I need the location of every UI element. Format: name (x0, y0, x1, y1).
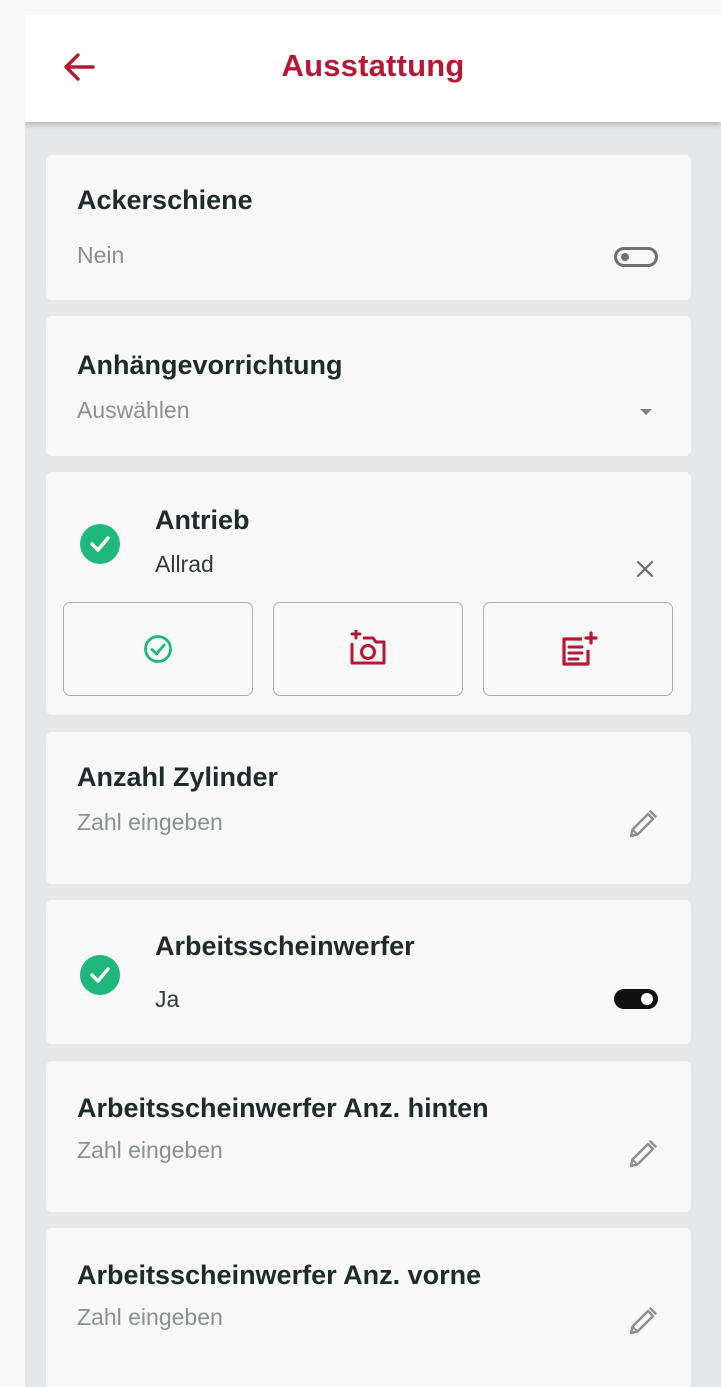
add-note-icon (562, 631, 598, 666)
equipment-card-arbeitsscheinwerfer: Arbeitsscheinwerfer Ja (46, 900, 691, 1044)
toggle-knob (621, 253, 629, 261)
page-title: Ausstattung (281, 48, 465, 83)
toggle-knob (641, 993, 653, 1005)
check-circle-icon (144, 635, 172, 663)
edit-button[interactable] (625, 1303, 661, 1339)
pencil-icon (629, 1140, 657, 1168)
input-placeholder: Zahl eingeben (77, 809, 223, 835)
equipment-card-anhaengevorrichtung[interactable]: Anhängevorrichtung Auswählen (46, 316, 691, 456)
dropdown-button[interactable] (634, 402, 658, 422)
add-note-button[interactable] (483, 602, 673, 696)
add-photo-button[interactable] (273, 602, 463, 696)
close-icon (636, 560, 654, 578)
field-value: Allrad (155, 551, 214, 577)
field-title: Anzahl Zylinder (77, 762, 279, 792)
equipment-card-arbeitsscheinwerfer-hinten[interactable]: Arbeitsscheinwerfer Anz. hinten Zahl ein… (46, 1061, 691, 1212)
pencil-icon (629, 1307, 657, 1335)
field-title: Arbeitsscheinwerfer Anz. hinten (77, 1093, 489, 1123)
field-value: Ja (155, 986, 180, 1012)
app-bar: Ausstattung (25, 15, 721, 122)
equipment-card-antrieb: Antrieb Allrad (46, 472, 691, 715)
input-placeholder: Zahl eingeben (77, 1304, 223, 1330)
field-title: Anhängevorrichtung (77, 350, 343, 380)
confirm-button[interactable] (63, 602, 253, 696)
field-value: Nein (77, 242, 125, 268)
arbeitsscheinwerfer-toggle[interactable] (614, 989, 658, 1009)
input-placeholder: Zahl eingeben (77, 1137, 223, 1163)
equipment-card-ackerschiene: Ackerschiene Nein (46, 155, 691, 300)
equipment-card-anzahl-zylinder[interactable]: Anzahl Zylinder Zahl eingeben (46, 732, 691, 884)
app-frame: Ausstattung Ackerschiene Nein Anhängevor… (25, 15, 721, 1387)
completed-check-icon (80, 524, 120, 564)
chevron-down-icon (640, 409, 652, 415)
dropdown-placeholder: Auswählen (77, 397, 190, 423)
edit-button[interactable] (625, 806, 661, 842)
add-photo-icon (350, 630, 386, 665)
edit-button[interactable] (625, 1136, 661, 1172)
ackerschiene-toggle[interactable] (614, 247, 658, 267)
field-title: Arbeitsscheinwerfer Anz. vorne (77, 1260, 482, 1290)
field-title: Ackerschiene (77, 185, 253, 215)
pencil-icon (629, 810, 657, 838)
field-title: Arbeitsscheinwerfer (155, 931, 415, 961)
field-title: Antrieb (155, 505, 250, 535)
completed-check-icon (80, 955, 120, 995)
equipment-card-arbeitsscheinwerfer-vorne[interactable]: Arbeitsscheinwerfer Anz. vorne Zahl eing… (46, 1228, 691, 1387)
clear-button[interactable] (630, 554, 660, 584)
